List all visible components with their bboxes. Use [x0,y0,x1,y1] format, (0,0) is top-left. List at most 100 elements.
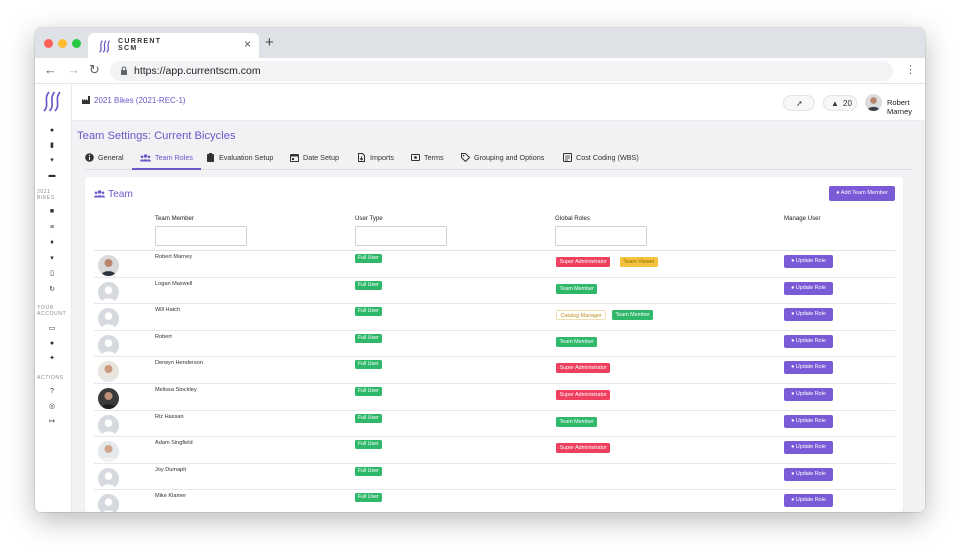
list-icon[interactable]: ≡ [48,224,56,232]
tab-terms[interactable]: Terms [411,152,444,170]
member-avatar [98,308,119,330]
user-type-badge: Full User [355,440,382,450]
user-type-badge: Full User [355,254,382,263]
forward-arrow-icon[interactable]: → [67,63,80,77]
factory-icon[interactable]: ▬ [48,172,56,180]
update-role-button[interactable]: ● Update Role [784,334,833,348]
tab-general[interactable]: General [85,152,124,170]
role-badge: Team Member [556,416,598,427]
browser-menu-icon[interactable]: ⋮ [905,64,916,76]
browser-toolbar: ← → ↻ https://app.currentscm.com ⋮ [35,58,925,84]
project-selector[interactable]: 2021 Bikes (2021-REC-1) [82,96,186,106]
team-icon[interactable]: ♦ [48,239,56,247]
member-name: Will Hatch [155,307,181,314]
column-header-user-type: User Type [355,215,383,222]
rocket-button[interactable]: ➚ [783,95,815,111]
table-row: Robert Marney Full User Super Administrato… [94,251,895,278]
tab-date-setup[interactable]: Date Setup [290,152,339,170]
update-role-label: Update Role [795,364,826,371]
update-role-button[interactable]: ● Update Role [784,467,833,481]
member-avatar [98,281,119,303]
update-role-button[interactable]: ● Update Role [784,361,833,375]
update-role-label: Update Role [795,417,826,424]
table-row: Derwyn Henderson Full User Super Administr… [94,357,895,384]
column-header-manage-user: Manage User [784,215,821,222]
member-avatar [98,334,119,356]
money-icon [411,154,420,161]
table-row: Adam Singfield Full User Super Administrat… [94,437,895,464]
cart-icon[interactable]: ▾ [48,157,56,165]
reload-icon[interactable]: ↻ [89,63,100,77]
filter-global-roles-input[interactable] [555,226,647,246]
tag-icon [461,153,470,162]
user-gear-icon[interactable]: ● [48,340,56,348]
update-role-label: Update Role [795,311,826,318]
user-avatar[interactable] [865,94,882,111]
member-name: Riz Hassan [155,413,184,420]
help-icon[interactable]: ? [48,388,56,396]
update-role-button[interactable]: ● Update Role [784,308,833,322]
team-title: Team [94,189,133,201]
update-role-button[interactable]: ● Update Role [784,255,833,268]
member-name: Adam Singfield [155,440,193,447]
sync-icon[interactable]: ↻ [48,286,56,294]
stage: CURRENT SCM × + ← → ↻ https://app.curren… [0,0,960,554]
document-icon[interactable]: ▯ [48,270,56,278]
member-name: Melissa Stockley [155,387,197,393]
users-icon [94,190,105,198]
address-bar[interactable]: https://app.currentscm.com [110,61,893,81]
column-header-global-roles: Global Roles [555,215,590,222]
tab-cost-coding[interactable]: Cost Coding (WBS) [563,152,639,170]
user-type-badge: Full User [355,333,382,343]
current-logo-icon[interactable] [40,88,67,114]
close-tab-icon[interactable]: × [244,38,251,50]
update-role-button[interactable]: ● Update Role [784,388,833,401]
basket-icon[interactable]: ▾ [48,255,56,263]
tab-grouping-and-options[interactable]: Grouping and Options [461,152,544,170]
user-icon[interactable]: ● [48,127,56,135]
update-role-button[interactable]: ● Update Role [784,441,833,455]
receipt-icon [563,153,572,162]
role-badge: Super Administrator [556,443,611,454]
tab-imports[interactable]: Imports [357,152,394,170]
member-avatar [98,494,119,512]
filter-user-type-input[interactable] [355,226,447,246]
puzzle-icon[interactable]: ✦ [48,355,56,363]
user-type-badge: Full User [355,466,382,476]
update-role-button[interactable]: ● Update Role [784,281,833,295]
building-icon[interactable]: ▮ [48,142,56,150]
sidebar-section-project: 2021 BIKES [37,189,55,201]
member-avatar [98,467,119,489]
id-card-icon[interactable]: ▭ [48,325,56,333]
update-role-button[interactable]: ● Update Role [784,414,833,428]
url-text: https://app.currentscm.com [134,65,261,77]
member-name: Robert [155,333,172,340]
back-arrow-icon[interactable]: ← [44,63,57,77]
logout-icon[interactable]: ↦ [48,418,56,426]
sidebar-section-actions: ACTIONS [37,375,64,381]
update-role-label: Update Role [795,444,826,451]
column-header-team-member: Team Member [155,215,194,222]
table-row: Riz Hassan Full User Team Member ● Update R… [94,411,895,438]
filter-team-member-input[interactable] [155,226,247,246]
folder-icon[interactable]: ■ [48,208,56,216]
maximize-window-button[interactable] [72,39,81,48]
settings-icon[interactable]: ◎ [48,403,56,411]
close-window-button[interactable] [44,39,53,48]
role-badge: Team Member [612,310,654,321]
add-team-member-button[interactable]: ● Add Team Member [829,186,895,201]
app: ● ▮ ▾ ▬ 2021 BIKES ■ ≡ ♦ ▾ ▯ ↻ YOUR ACCO… [35,84,925,512]
browser-tab[interactable]: CURRENT SCM × [88,33,259,58]
info-icon [85,153,94,162]
tab-team-roles[interactable]: Team Roles [132,152,201,170]
member-name: Robert Marney [155,254,192,260]
member-avatar [98,361,119,383]
browser-window: CURRENT SCM × + ← → ↻ https://app.curren… [35,28,925,512]
new-tab-icon[interactable]: + [265,35,274,50]
update-role-label: Update Role [795,337,826,344]
tab-evaluation-setup[interactable]: Evaluation Setup [206,152,273,170]
user-name[interactable]: Robert Marney [887,98,925,116]
update-role-button[interactable]: ● Update Role [784,494,833,508]
notifications-button[interactable]: ▲ 20 [823,95,857,111]
minimize-window-button[interactable] [58,39,67,48]
